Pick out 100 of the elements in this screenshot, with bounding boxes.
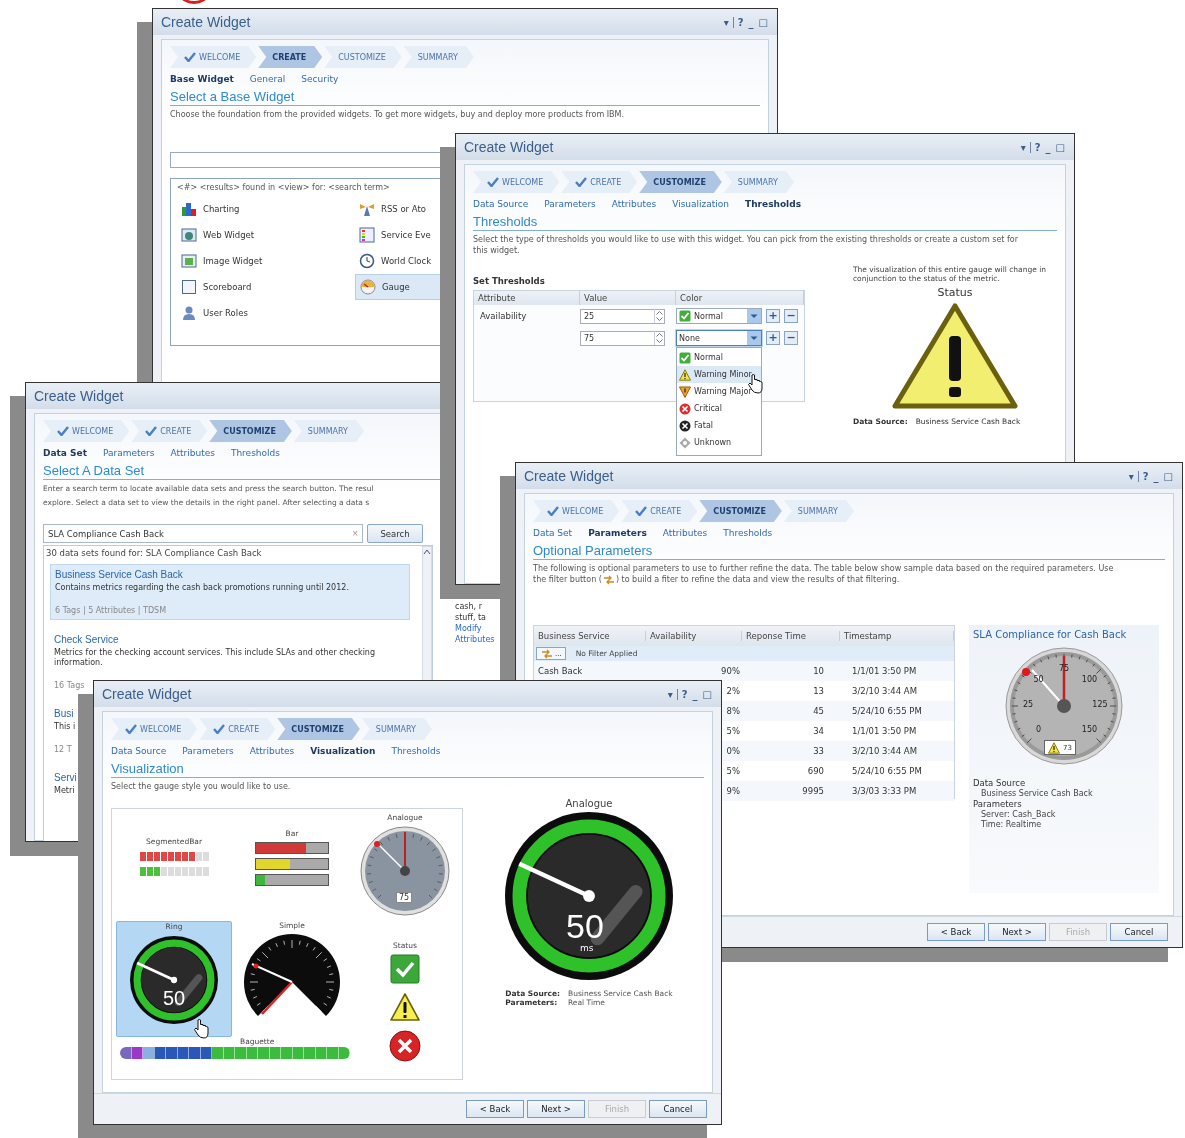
search-field[interactable]: SLA Compliance Cash Back × xyxy=(43,524,363,543)
wizard-step[interactable]: CUSTOMIZE xyxy=(277,718,360,740)
help-button[interactable]: ? xyxy=(736,16,745,28)
minimize-button[interactable]: _ xyxy=(691,688,699,700)
wizard-step[interactable]: CREATE xyxy=(561,171,638,193)
table-cell: 0% xyxy=(726,746,740,756)
wizard-step[interactable]: CREATE xyxy=(258,46,323,68)
dropdown-option[interactable]: Warning Major xyxy=(677,383,761,400)
data-set-item[interactable]: Business Service Cash Back Contains metrics regarding the cash back promotions running until 2012. 6 Tags | 5 Attributes | TDSM xyxy=(50,564,410,620)
sub-tab[interactable]: Attributes xyxy=(611,199,657,209)
sub-tab[interactable]: General xyxy=(249,74,286,84)
wizard-button[interactable]: < Back xyxy=(927,923,985,941)
wizard-step[interactable]: WELCOME xyxy=(473,171,560,193)
menu-button[interactable]: ▾ xyxy=(1127,470,1139,482)
dropdown-option[interactable]: Warning Minor xyxy=(677,366,761,383)
widget-list-item[interactable]: Image Widget xyxy=(177,248,355,274)
search-button[interactable]: Search xyxy=(367,524,423,543)
detail-link[interactable]: Modify xyxy=(455,624,482,633)
sub-tab[interactable]: Parameters xyxy=(102,448,155,458)
wizard-step[interactable]: CREATE xyxy=(131,420,208,442)
wizard-step[interactable]: SUMMARY xyxy=(783,500,854,522)
widget-list-item[interactable]: User Roles xyxy=(177,300,355,326)
wizard-button[interactable]: Cancel xyxy=(1110,923,1168,941)
wizard-step[interactable]: WELCOME xyxy=(43,420,130,442)
dropdown-field[interactable]: None xyxy=(676,330,762,346)
remove-button[interactable]: − xyxy=(784,331,798,345)
table-cell: 2% xyxy=(726,686,740,696)
sub-tab[interactable]: Data Set xyxy=(43,448,87,458)
wizard-step[interactable]: WELCOME xyxy=(533,500,620,522)
sub-tab[interactable]: Visualization xyxy=(672,199,730,209)
maximize-button[interactable]: □ xyxy=(757,16,769,28)
wizard-button[interactable]: Next > xyxy=(988,923,1046,941)
minimize-button[interactable]: _ xyxy=(1152,470,1160,482)
sub-tab[interactable]: Data Set xyxy=(533,528,573,538)
maximize-button[interactable]: □ xyxy=(1162,470,1174,482)
add-button[interactable]: + xyxy=(766,309,780,323)
wizard-step[interactable]: SUMMARY xyxy=(293,420,364,442)
sub-tab[interactable]: Parameters xyxy=(588,528,647,538)
sub-tab[interactable]: Visualization xyxy=(310,746,376,756)
wizard-button[interactable]: Cancel xyxy=(649,1100,707,1118)
menu-button[interactable]: ▾ xyxy=(666,688,678,700)
maximize-button[interactable]: □ xyxy=(701,688,713,700)
wizard-step[interactable]: CUSTOMIZE xyxy=(639,171,722,193)
help-button[interactable]: ? xyxy=(1033,141,1042,153)
widget-list-item[interactable]: Web Widget xyxy=(177,222,355,248)
maximize-button[interactable]: □ xyxy=(1054,141,1066,153)
minimize-button[interactable]: _ xyxy=(747,16,755,28)
widget-list-item[interactable]: RSS or Ato xyxy=(355,196,445,222)
window-title: Create Widget xyxy=(34,388,124,404)
dropdown-option[interactable]: Normal xyxy=(677,349,761,366)
widget-list-item[interactable]: Scoreboard xyxy=(177,274,355,300)
dropdown-field[interactable]: Normal xyxy=(676,308,762,324)
sub-tab[interactable]: Data Source xyxy=(111,746,167,756)
detail-link[interactable]: Attributes xyxy=(455,635,495,644)
sub-tab[interactable]: Thresholds xyxy=(230,448,280,458)
sub-tab[interactable]: Thresholds xyxy=(391,746,441,756)
minimize-button[interactable]: _ xyxy=(1044,141,1052,153)
column-header: Color xyxy=(676,291,804,305)
number-field[interactable]: 75 xyxy=(580,330,665,346)
wizard-step[interactable]: CUSTOMIZE xyxy=(324,46,402,68)
widget-list-item[interactable]: Service Eve xyxy=(355,222,445,248)
remove-button[interactable]: − xyxy=(784,309,798,323)
warning-shield-icon xyxy=(679,385,691,398)
help-button[interactable]: ? xyxy=(1141,470,1150,482)
menu-button[interactable]: ▾ xyxy=(1019,141,1031,153)
wizard-step[interactable]: CREATE xyxy=(199,718,276,740)
sub-tab[interactable]: Data Source xyxy=(473,199,529,209)
wizard-button[interactable]: < Back xyxy=(466,1100,524,1118)
sub-tab[interactable]: Attributes xyxy=(249,746,295,756)
number-field[interactable]: 25 xyxy=(580,308,665,324)
wizard-step[interactable]: CREATE xyxy=(621,500,698,522)
wizard-step[interactable]: CUSTOMIZE xyxy=(699,500,782,522)
sub-tab[interactable]: Attributes xyxy=(170,448,215,458)
add-button[interactable]: + xyxy=(766,331,780,345)
wizard-step[interactable]: WELCOME xyxy=(111,718,198,740)
wizard-step[interactable]: SUMMARY xyxy=(361,718,432,740)
wizard-step[interactable]: CUSTOMIZE xyxy=(209,420,292,442)
sub-tab[interactable]: Security xyxy=(301,74,339,84)
sub-tab[interactable]: Parameters xyxy=(182,746,234,756)
menu-button[interactable]: ▾ xyxy=(722,16,734,28)
sub-tab[interactable]: Base Widget xyxy=(170,74,234,84)
dropdown-option[interactable]: Unknown xyxy=(677,434,761,451)
sub-tab[interactable]: Attributes xyxy=(662,528,708,538)
warning-triangle-icon xyxy=(389,992,421,1022)
wizard-step[interactable]: SUMMARY xyxy=(403,46,474,68)
widget-list-item[interactable]: Charting xyxy=(177,196,355,222)
wizard-step[interactable]: SUMMARY xyxy=(723,171,794,193)
gauge-tick-label: 150 xyxy=(1080,725,1099,735)
dropdown-option[interactable]: Fatal xyxy=(677,417,761,434)
dropdown-option[interactable]: Critical xyxy=(677,400,761,417)
sub-tab[interactable]: Parameters xyxy=(544,199,596,209)
help-button[interactable]: ? xyxy=(680,688,689,700)
description-text: Select the type of thresholds you would like to use with this widget. You can pick from the existing thresholds or create a custom set for this widget. xyxy=(473,234,1019,256)
wizard-step[interactable]: WELCOME xyxy=(170,46,257,68)
wizard-button[interactable]: Next > xyxy=(527,1100,585,1118)
sub-tab[interactable]: Thresholds xyxy=(745,199,801,209)
widget-list-item[interactable]: World Clock xyxy=(355,248,445,274)
filter-button[interactable]: ... xyxy=(536,647,566,660)
sub-tab[interactable]: Thresholds xyxy=(723,528,773,538)
clear-button[interactable]: × xyxy=(348,528,362,539)
